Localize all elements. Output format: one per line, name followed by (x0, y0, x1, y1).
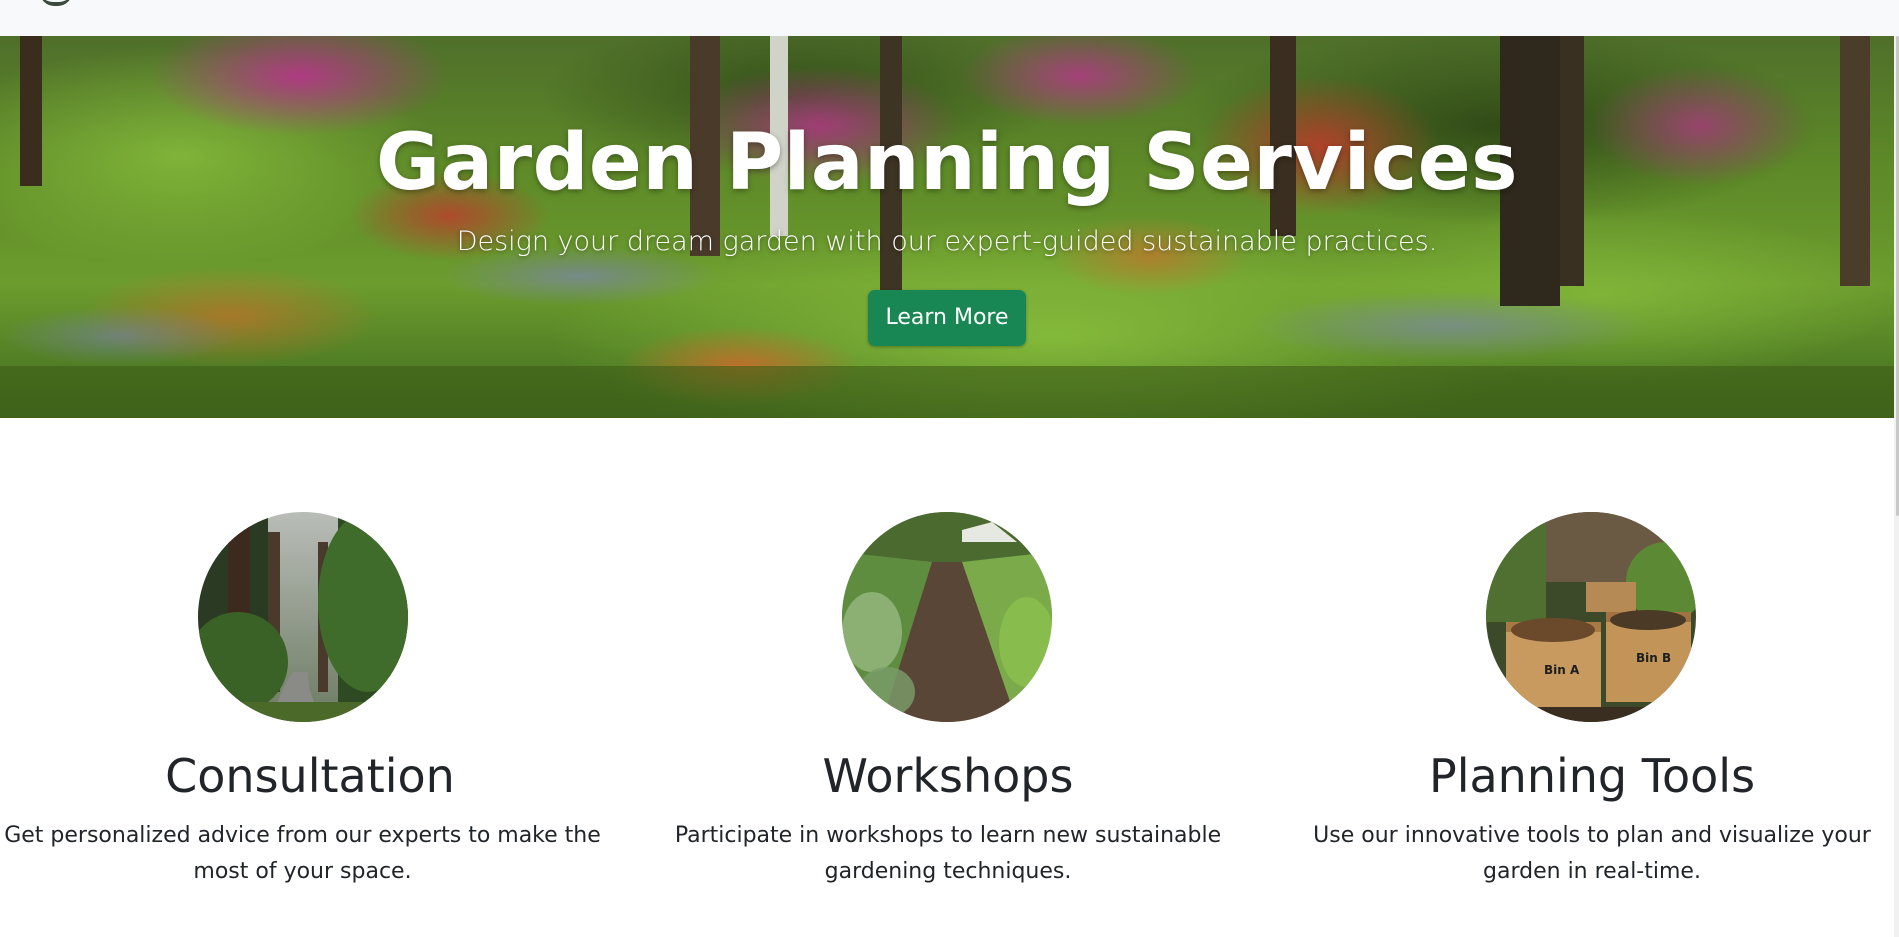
forest-path-photo (198, 512, 408, 722)
feature-text-line: garden in real-time. (1483, 859, 1701, 884)
hero-title: Garden Planning Services (375, 118, 1519, 208)
feature-image-planning-tools: Bin A Bin B (1486, 512, 1696, 722)
feature-text-line: gardening techniques. (824, 859, 1072, 884)
feature-image-workshops (842, 512, 1052, 722)
feature-image-consultation (198, 512, 408, 722)
feature-text-consultation: Get personalized advice from our experts… (0, 818, 605, 890)
feature-title-consultation: Consultation (165, 749, 455, 803)
feature-text-line: Use our innovative tools to plan and vis… (1313, 823, 1871, 848)
feature-text-line: most of your space. (193, 859, 412, 884)
feature-text-planning-tools: Use our innovative tools to plan and vis… (1282, 818, 1899, 890)
feature-title-workshops: Workshops (822, 749, 1074, 803)
feature-title-planning-tools: Planning Tools (1428, 749, 1756, 803)
brand-logo-icon[interactable] (40, 0, 72, 6)
feature-text-line: Participate in workshops to learn new su… (674, 823, 1222, 848)
vegetable-garden-rows-photo (842, 512, 1052, 722)
hero-section: Garden Planning Services Design your dre… (0, 36, 1894, 418)
hero-subtitle: Design your dream garden with our expert… (456, 226, 1438, 257)
compost-bins-photo: Bin A Bin B (1486, 512, 1696, 722)
bin-a-label: Bin A (1544, 663, 1580, 677)
learn-more-button[interactable]: Learn More (868, 290, 1026, 346)
feature-text-workshops: Participate in workshops to learn new su… (638, 818, 1258, 890)
bin-b-label: Bin B (1636, 651, 1671, 665)
feature-text-line: Get personalized advice from our experts… (4, 823, 601, 848)
top-navbar (0, 0, 1899, 37)
